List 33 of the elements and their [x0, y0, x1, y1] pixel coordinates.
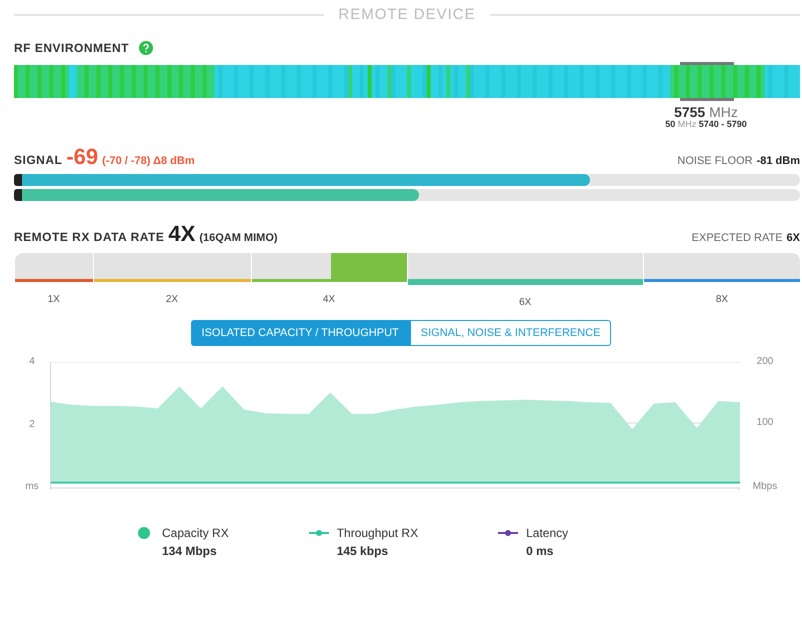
signal-detail: (-70 / -78) Δ8 dBm [102, 155, 195, 168]
signal-value: -69 [66, 144, 98, 170]
expected-rate-value: 6X [786, 232, 800, 244]
data-rate-title: REMOTE RX DATA RATE [14, 230, 164, 244]
legend-label: Capacity RX [162, 526, 229, 540]
axis-unit: ms [25, 481, 39, 492]
section-title: REMOTE DEVICE [338, 6, 476, 23]
axis-tick-label: 200 [756, 356, 774, 368]
legend-reading: 134 Mbps [162, 544, 218, 558]
data-rate-value: 4X [168, 221, 196, 248]
noise-floor-label: NOISE FLOOR [677, 155, 753, 168]
axis-tick-label: 2 [29, 418, 35, 430]
axis-unit: Mbps [752, 481, 778, 492]
axis-tick-label: 4 [29, 356, 35, 368]
rate-label: 4X [322, 294, 336, 306]
axis-tick-label: 100 [756, 417, 774, 430]
legend-reading: 0 ms [526, 544, 554, 558]
view-tab[interactable]: SIGNAL, NOISE & INTERFERENCE [410, 320, 612, 346]
rate-label: 6X [519, 297, 532, 308]
view-tab[interactable]: ISOLATED CAPACITY / THROUGHPUT [190, 320, 410, 346]
legend-label: Throughput RX [336, 526, 418, 540]
expected-rate-label: EXPECTED RATE [692, 232, 783, 244]
frequency-label: 5755 MHz [674, 105, 738, 120]
legend-label: Latency [526, 526, 568, 540]
rf-title: RF ENVIRONMENT [14, 41, 129, 55]
rate-label: 1X [48, 294, 60, 306]
channel-label: 50 MHz 5740 - 5790 [665, 120, 747, 130]
signal-title: SIGNAL [14, 153, 62, 168]
rate-label: 2X [166, 294, 178, 306]
data-rate-detail: (16QAM MIMO) [199, 232, 278, 244]
rate-label: 8X [716, 294, 728, 306]
noise-floor-value: -81 dBm [756, 155, 800, 168]
legend-reading: 145 kbps [336, 544, 390, 558]
